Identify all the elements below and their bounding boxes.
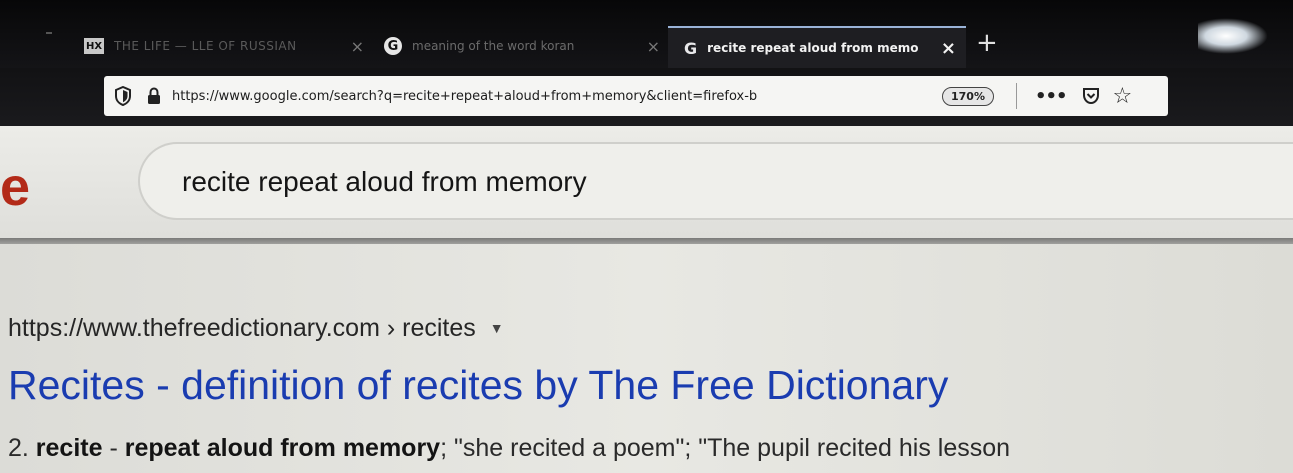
close-tab-icon[interactable]: × xyxy=(647,37,660,56)
tab-overflow-indicator xyxy=(46,32,52,34)
bookmark-star-icon[interactable]: ☆ xyxy=(1113,84,1133,109)
tab-label: THE LIFE — LLE OF RUSSIAN xyxy=(114,39,297,53)
tab-label: recite repeat aloud from memo xyxy=(707,41,919,55)
snippet-bold-definition: repeat aloud from memory xyxy=(124,434,441,462)
google-favicon-icon: G xyxy=(384,37,402,55)
pocket-icon[interactable] xyxy=(1081,86,1101,106)
result-cite-url[interactable]: https://www.thefreedictionary.com › reci… xyxy=(8,314,476,342)
snippet-prefix: 2. xyxy=(8,434,36,462)
cite-dropdown-caret-icon[interactable]: ▼ xyxy=(490,320,504,336)
google-logo-fragment[interactable]: e xyxy=(0,156,30,218)
snippet-bold-term: recite xyxy=(35,434,103,462)
tab-meaning-koran[interactable]: G meaning of the word koran × xyxy=(384,28,660,64)
lock-icon[interactable] xyxy=(146,87,162,105)
result-snippet: 2. recite - repeat aloud from memory; "s… xyxy=(8,434,1010,463)
toolbar-divider xyxy=(1015,83,1017,109)
search-results: https://www.thefreedictionary.com › reci… xyxy=(0,244,1293,473)
result-cite[interactable]: https://www.thefreedictionary.com › reci… xyxy=(8,314,504,343)
google-favicon-icon: G xyxy=(684,38,698,58)
nav-toolbar: https://www.google.com/search?q=recite+r… xyxy=(0,68,1293,126)
new-tab-button[interactable]: + xyxy=(976,28,998,58)
snippet-rest: ; "she recited a poem"; "The pupil recit… xyxy=(440,434,1011,462)
snippet-separator: - xyxy=(102,434,125,462)
zoom-level-badge[interactable]: 170% xyxy=(942,86,994,106)
search-query-text[interactable]: recite repeat aloud from memory xyxy=(182,166,587,198)
url-text[interactable]: https://www.google.com/search?q=recite+r… xyxy=(172,89,924,104)
url-bar[interactable]: https://www.google.com/search?q=recite+r… xyxy=(104,76,1168,116)
tracking-protection-shield-icon[interactable] xyxy=(114,86,132,106)
tab-recite-active[interactable]: G recite repeat aloud from memo × xyxy=(668,26,966,68)
close-tab-icon[interactable]: × xyxy=(351,37,364,56)
tab-strip: HX THE LIFE — LLE OF RUSSIAN × G meaning… xyxy=(0,0,1293,68)
page-actions-menu-icon[interactable]: ••• xyxy=(1035,86,1068,107)
tab-the-life[interactable]: HX THE LIFE — LLE OF RUSSIAN × xyxy=(84,28,364,64)
close-tab-icon[interactable]: × xyxy=(941,38,956,59)
search-header: e recite repeat aloud from memory xyxy=(0,126,1293,244)
result-title-link[interactable]: Recites - definition of recites by The F… xyxy=(8,362,948,409)
tab-label: meaning of the word koran xyxy=(412,39,575,53)
search-input[interactable]: recite repeat aloud from memory xyxy=(138,142,1293,220)
screen-glare xyxy=(1198,18,1268,54)
hx-favicon-icon: HX xyxy=(84,38,104,54)
